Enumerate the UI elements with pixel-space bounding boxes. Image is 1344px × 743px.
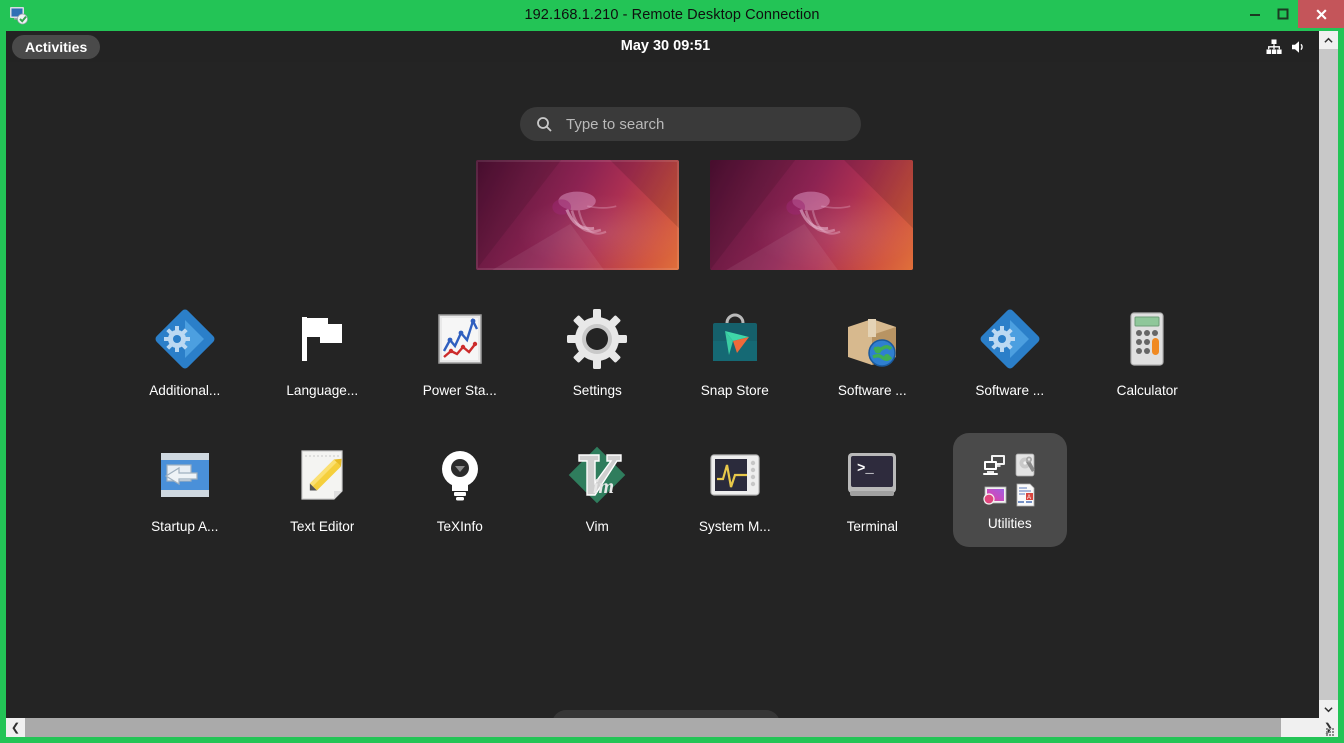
jellyfish-graphic	[759, 184, 877, 252]
app-additional-drivers[interactable]: Additional...	[128, 297, 242, 423]
app-label: Text Editor	[290, 519, 354, 534]
network-wired-icon[interactable]	[1265, 38, 1283, 56]
workspace-thumbnail-strip	[476, 160, 916, 274]
disk-utility-icon	[1012, 452, 1038, 478]
vim-icon: im	[563, 441, 631, 509]
dash-dock[interactable]	[552, 710, 780, 718]
app-label: Terminal	[847, 519, 898, 534]
search-input[interactable]: Type to search	[520, 107, 861, 141]
gnome-top-bar: Activities May 30 09:51	[6, 31, 1325, 62]
svg-text:A: A	[1027, 495, 1031, 501]
app-vim[interactable]: im Vim	[540, 433, 654, 559]
folder-preview-icons: A	[982, 452, 1038, 508]
minimize-button[interactable]	[1240, 0, 1270, 28]
app-label: Calculator	[1117, 383, 1178, 398]
chevron-down-icon	[1324, 705, 1333, 714]
app-label: Power Sta...	[423, 383, 497, 398]
app-label: Snap Store	[701, 383, 769, 398]
search-icon	[536, 116, 553, 133]
image-viewer-icon	[982, 482, 1008, 508]
calculator-icon	[1113, 305, 1181, 373]
activities-overview: Type to search	[6, 62, 1325, 718]
app-startup-applications[interactable]: Startup A...	[128, 433, 242, 559]
resize-grip[interactable]	[1326, 726, 1336, 736]
app-calculator[interactable]: Calculator	[1090, 297, 1204, 423]
vertical-scrollbar[interactable]	[1319, 31, 1338, 718]
minimize-icon	[1249, 8, 1261, 20]
remote-desktop-window: 192.168.1.210 - Remote Desktop Connectio…	[0, 0, 1344, 743]
scroll-left-button[interactable]: ❮	[6, 718, 25, 737]
window-titlebar: 192.168.1.210 - Remote Desktop Connectio…	[0, 0, 1344, 31]
app-system-monitor[interactable]: System M...	[678, 433, 792, 559]
app-text-editor[interactable]: Text Editor	[265, 433, 379, 559]
startup-applications-icon	[151, 441, 219, 509]
window-title: 192.168.1.210 - Remote Desktop Connectio…	[0, 0, 1344, 31]
close-icon	[1315, 8, 1328, 21]
app-texinfo[interactable]: TeXInfo	[403, 433, 517, 559]
workspace-thumbnail-1[interactable]	[476, 160, 679, 270]
clock-label[interactable]: May 30 09:51	[6, 31, 1325, 62]
remote-desktop-viewer-icon	[982, 452, 1008, 478]
folder-label: Utilities	[988, 516, 1032, 531]
document-viewer-icon: A	[1012, 482, 1038, 508]
app-label: Settings	[573, 383, 622, 398]
system-monitor-icon	[701, 441, 769, 509]
app-label: Vim	[586, 519, 609, 534]
scroll-up-button[interactable]	[1319, 31, 1338, 49]
horizontal-scrollbar-thumb[interactable]	[25, 718, 1281, 737]
software-properties-icon	[976, 305, 1044, 373]
language-support-icon	[288, 305, 356, 373]
app-software-updater[interactable]: Software ...	[815, 297, 929, 423]
horizontal-scrollbar[interactable]: ❮ ❯	[6, 718, 1338, 737]
application-grid: Additional... Language...	[116, 297, 1216, 569]
snap-store-icon	[701, 305, 769, 373]
maximize-icon	[1277, 8, 1289, 20]
app-terminal[interactable]: >_ Terminal	[815, 433, 929, 559]
app-label: Language...	[286, 383, 358, 398]
app-label: TeXInfo	[437, 519, 483, 534]
svg-text:>_: >_	[857, 461, 874, 477]
app-label: Software ...	[975, 383, 1044, 398]
texinfo-bulb-icon	[426, 441, 494, 509]
app-label: Startup A...	[151, 519, 218, 534]
software-updater-icon	[838, 305, 906, 373]
app-power-statistics[interactable]: Power Sta...	[403, 297, 517, 423]
close-button[interactable]	[1298, 0, 1344, 28]
svg-text:im: im	[593, 476, 614, 498]
app-label: System M...	[699, 519, 771, 534]
search-placeholder: Type to search	[566, 116, 664, 133]
app-software-properties[interactable]: Software ...	[953, 297, 1067, 423]
terminal-icon: >_	[838, 441, 906, 509]
text-editor-icon	[288, 441, 356, 509]
scroll-down-button[interactable]	[1319, 700, 1338, 718]
maximize-button[interactable]	[1268, 0, 1298, 28]
remote-desktop-viewport[interactable]: Activities May 30 09:51	[6, 31, 1338, 718]
system-tray	[1265, 31, 1307, 62]
app-label: Software ...	[838, 383, 907, 398]
additional-drivers-icon	[151, 305, 219, 373]
settings-gear-icon	[563, 305, 631, 373]
app-settings[interactable]: Settings	[540, 297, 654, 423]
app-snap-store[interactable]: Snap Store	[678, 297, 792, 423]
app-label: Additional...	[149, 383, 220, 398]
workspace-thumbnail-2[interactable]	[710, 160, 913, 270]
app-folder-utilities[interactable]: A Utilities	[953, 433, 1067, 547]
volume-icon[interactable]	[1289, 38, 1307, 56]
app-language-support[interactable]: Language...	[265, 297, 379, 423]
vertical-scrollbar-thumb[interactable]	[1319, 49, 1338, 689]
chevron-up-icon	[1324, 36, 1333, 45]
power-statistics-icon	[426, 305, 494, 373]
